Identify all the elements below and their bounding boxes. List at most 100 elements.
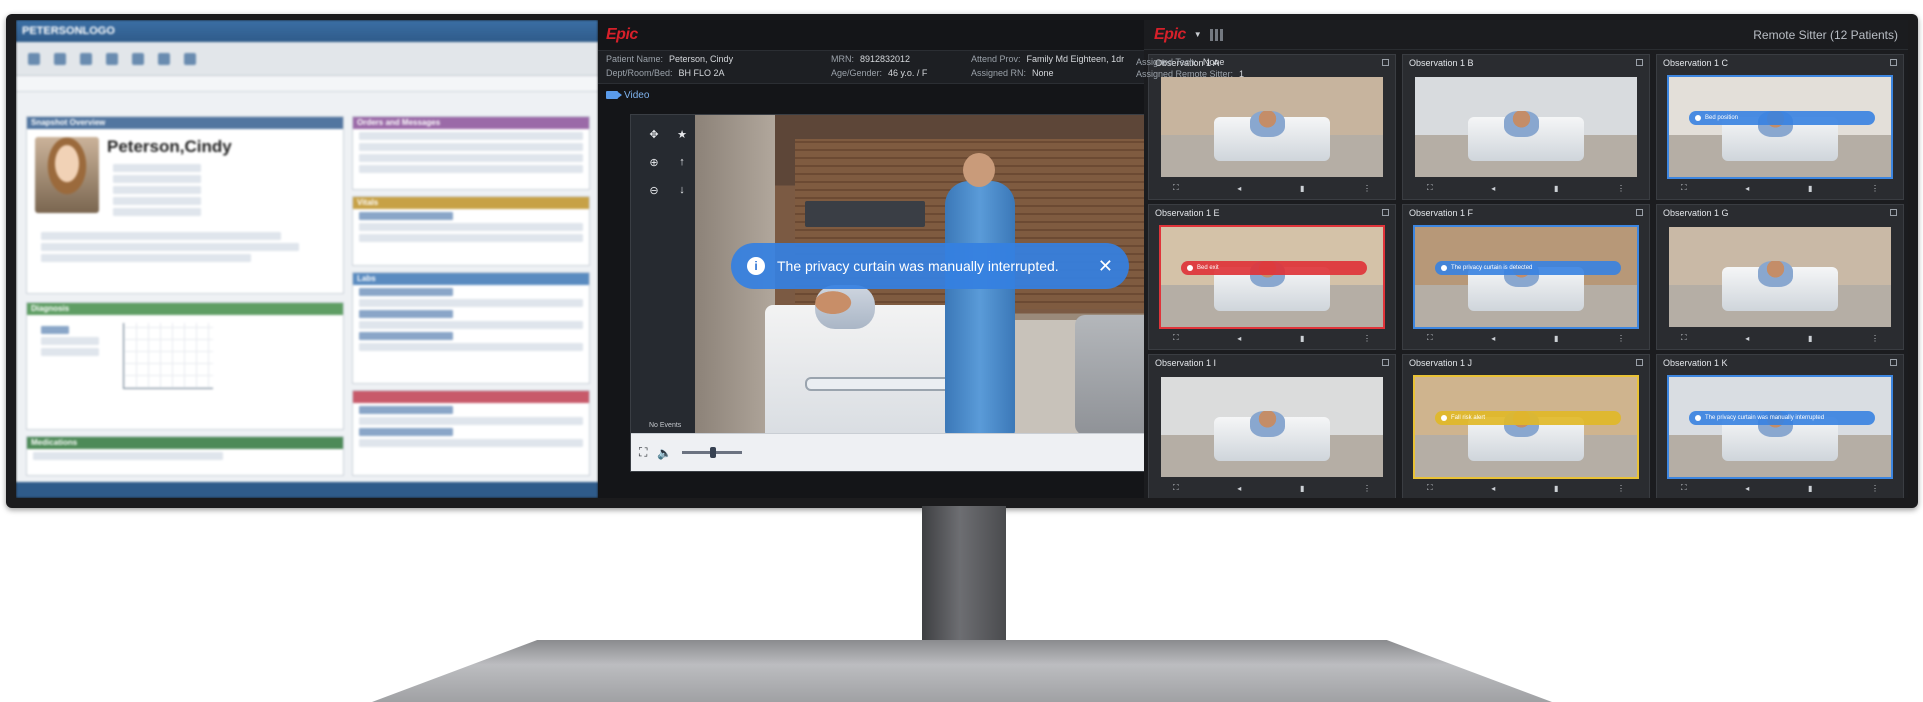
tile-header: Observation 1 E xyxy=(1149,205,1395,221)
fullscreen-icon[interactable]: ⛶ xyxy=(1173,483,1179,493)
fullscreen-icon[interactable]: ⛶ xyxy=(1681,183,1687,193)
ehr-tool-button[interactable] xyxy=(132,52,144,65)
ehr-tool-button[interactable] xyxy=(80,52,92,65)
observation-tile[interactable]: Observation 1 E Bed exit ⛶ ◂ ▮ ⋮ xyxy=(1148,204,1396,350)
label: Assigned Tech: xyxy=(1136,57,1197,67)
observation-tile[interactable]: Observation 1 G ⛶ ◂ ▮ ⋮ xyxy=(1656,204,1904,350)
ehr-topbar: PETERSONLOGO xyxy=(16,20,598,42)
label: Patient Name: xyxy=(606,54,664,64)
more-icon[interactable]: ⋮ xyxy=(1871,334,1879,343)
fullscreen-icon[interactable]: ⛶ xyxy=(1173,183,1179,193)
volume-icon[interactable]: ◂ xyxy=(1491,184,1495,193)
more-icon[interactable]: ⋮ xyxy=(1363,184,1371,193)
tile-header: Observation 1 I xyxy=(1149,355,1395,371)
popout-icon[interactable] xyxy=(1382,59,1389,66)
tile-video[interactable]: Fall risk alert xyxy=(1413,375,1639,479)
up-icon[interactable]: ↑ xyxy=(671,151,693,173)
popout-icon[interactable] xyxy=(1636,359,1643,366)
volume-icon[interactable]: ◂ xyxy=(1237,334,1241,343)
move-icon[interactable]: ✥ xyxy=(643,123,665,145)
ehr-vitals: Vitals xyxy=(352,196,590,266)
microphone-icon[interactable]: ▮ xyxy=(1300,184,1304,193)
more-icon[interactable]: ⋮ xyxy=(1617,184,1625,193)
popout-icon[interactable] xyxy=(1382,359,1389,366)
tile-video[interactable]: The privacy curtain was manually interru… xyxy=(1667,375,1893,479)
ehr-tool-button[interactable] xyxy=(54,52,66,65)
microphone-icon[interactable]: ▮ xyxy=(1808,334,1812,343)
ehr-medications: Medications xyxy=(26,436,344,476)
ehr-tool-button[interactable] xyxy=(106,52,118,65)
more-icon[interactable]: ⋮ xyxy=(1871,484,1879,493)
observation-tile[interactable]: Observation 1 K The privacy curtain was … xyxy=(1656,354,1904,498)
volume-icon[interactable]: ◂ xyxy=(1237,184,1241,193)
fullscreen-icon[interactable]: ⛶ xyxy=(639,445,647,460)
tile-alert-banner: The privacy curtain is detected xyxy=(1435,261,1621,275)
more-icon[interactable]: ⋮ xyxy=(1617,484,1625,493)
privacy-alert-banner: i The privacy curtain was manually inter… xyxy=(731,243,1129,289)
tile-video[interactable]: The privacy curtain is detected xyxy=(1413,225,1639,329)
chevron-down-icon[interactable]: ▼ xyxy=(1194,30,1202,39)
fullscreen-icon[interactable]: ⛶ xyxy=(1681,333,1687,343)
volume-icon[interactable]: ◂ xyxy=(1745,484,1749,493)
down-icon[interactable]: ↓ xyxy=(671,179,693,201)
close-icon[interactable]: ✕ xyxy=(1098,256,1113,277)
observation-tile[interactable]: Observation 1 C Bed position ⛶ ◂ ▮ ⋮ xyxy=(1656,54,1904,200)
fullscreen-icon[interactable]: ⛶ xyxy=(1427,333,1433,343)
more-icon[interactable]: ⋮ xyxy=(1617,334,1625,343)
zoom-in-icon[interactable]: ⊕ xyxy=(643,151,665,173)
observation-tile[interactable]: Observation 1 J Fall risk alert ⛶ ◂ ▮ ⋮ xyxy=(1402,354,1650,498)
microphone-icon[interactable]: ▮ xyxy=(1554,334,1558,343)
label: Assigned Remote Sitter: xyxy=(1136,69,1234,79)
popout-icon[interactable] xyxy=(1890,359,1897,366)
tile-video[interactable]: Bed exit xyxy=(1159,225,1385,329)
popout-icon[interactable] xyxy=(1636,209,1643,216)
tile-video[interactable] xyxy=(1413,75,1639,179)
section-header: Medications xyxy=(27,437,343,449)
fullscreen-icon[interactable]: ⛶ xyxy=(1427,183,1433,193)
tile-name: Observation 1 K xyxy=(1663,358,1728,368)
volume-icon[interactable]: ◂ xyxy=(1491,334,1495,343)
volume-icon[interactable]: ◂ xyxy=(1491,484,1495,493)
tool-icon xyxy=(106,52,118,65)
tool-icon xyxy=(132,52,144,65)
microphone-icon[interactable]: ▮ xyxy=(1554,484,1558,493)
microphone-icon[interactable]: ▮ xyxy=(1300,484,1304,493)
microphone-icon[interactable]: ▮ xyxy=(1554,184,1558,193)
tile-video[interactable]: Bed position xyxy=(1667,75,1893,179)
microphone-icon[interactable]: ▮ xyxy=(1808,484,1812,493)
tile-video[interactable] xyxy=(1159,375,1385,479)
fullscreen-icon[interactable]: ⛶ xyxy=(1427,483,1433,493)
tile-name: Observation 1 J xyxy=(1409,358,1473,368)
popout-icon[interactable] xyxy=(1890,209,1897,216)
video-tab[interactable]: Video xyxy=(598,84,1144,106)
fullscreen-icon[interactable]: ⛶ xyxy=(1681,483,1687,493)
tile-video[interactable] xyxy=(1667,225,1893,329)
tile-controls: ⛶ ◂ ▮ ⋮ xyxy=(1413,181,1639,195)
volume-icon[interactable]: ◂ xyxy=(1237,484,1241,493)
more-icon[interactable]: ⋮ xyxy=(1363,334,1371,343)
observation-tile[interactable]: Observation 1 I ⛶ ◂ ▮ ⋮ xyxy=(1148,354,1396,498)
volume-icon[interactable]: ◂ xyxy=(1745,334,1749,343)
volume-slider[interactable] xyxy=(682,447,743,458)
popout-icon[interactable] xyxy=(1890,59,1897,66)
observation-tile[interactable]: Observation 1 B ⛶ ◂ ▮ ⋮ xyxy=(1402,54,1650,200)
grid-icon[interactable] xyxy=(1209,28,1224,41)
volume-icon[interactable]: 🔈 xyxy=(657,446,672,460)
fullscreen-icon[interactable]: ⛶ xyxy=(1173,333,1179,343)
ehr-tool-button[interactable] xyxy=(28,52,40,65)
patient-more xyxy=(35,229,335,265)
volume-icon[interactable]: ◂ xyxy=(1745,184,1749,193)
popout-icon[interactable] xyxy=(1636,59,1643,66)
tile-video[interactable] xyxy=(1159,75,1385,179)
microphone-icon[interactable]: ▮ xyxy=(1300,334,1304,343)
star-icon[interactable]: ★ xyxy=(671,123,693,145)
more-icon[interactable]: ⋮ xyxy=(1871,184,1879,193)
microphone-icon[interactable]: ▮ xyxy=(1808,184,1812,193)
more-icon[interactable]: ⋮ xyxy=(1363,484,1371,493)
ehr-tool-button[interactable] xyxy=(158,52,170,65)
popout-icon[interactable] xyxy=(1382,209,1389,216)
zoom-out-icon[interactable]: ⊖ xyxy=(643,179,665,201)
ehr-snapshot: Snapshot Overview Peterson,Cindy xyxy=(26,116,344,294)
observation-tile[interactable]: Observation 1 F The privacy curtain is d… xyxy=(1402,204,1650,350)
ehr-tool-button[interactable] xyxy=(184,52,196,65)
